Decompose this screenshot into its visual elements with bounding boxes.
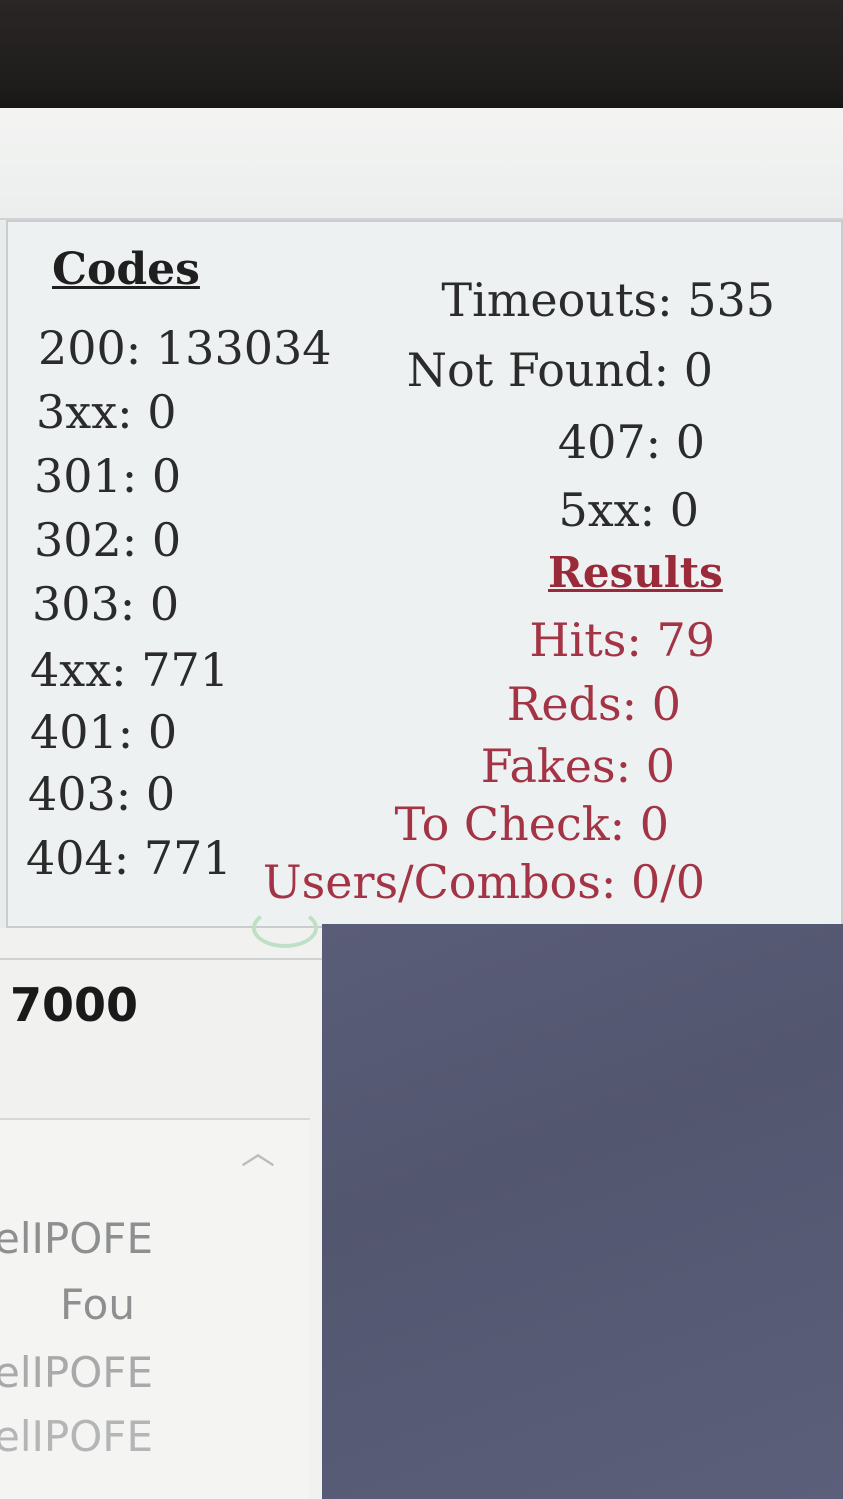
code-407-stat: 407: 0 [557, 415, 705, 469]
divider [0, 958, 322, 960]
code-5xx-stat: 5xx: 0 [558, 483, 699, 537]
refresh-icon[interactable] [252, 908, 318, 948]
code-200-stat: 200: 133034 [38, 321, 332, 375]
reds-stat: Reds: 0 [506, 677, 681, 731]
users-combos-stat: Users/Combos: 0/0 [262, 855, 705, 909]
fakes-stat: Fakes: 0 [480, 739, 675, 793]
code-3xx-stat: 3xx: 0 [36, 385, 177, 439]
toolbar-area [0, 108, 843, 220]
code-303-stat: 303: 0 [32, 577, 180, 631]
code-302-stat: 302: 0 [34, 513, 182, 567]
code-403-stat: 403: 0 [28, 767, 176, 821]
results-heading: Results [548, 548, 723, 597]
list-item[interactable]: elIPOFE [0, 1412, 153, 1461]
hits-stat: Hits: 79 [529, 613, 715, 667]
desktop-background [322, 924, 843, 1499]
code-4xx-stat: 4xx: 771 [30, 643, 230, 697]
monitor-bezel [0, 0, 843, 120]
timeouts-stat: Timeouts: 535 [441, 273, 775, 327]
to-check-stat: To Check: 0 [394, 797, 670, 851]
app-window: Codes 200: 133034 3xx: 0 301: 0 302: 0 3… [0, 108, 843, 1499]
not-found-stat: Not Found: 0 [406, 343, 713, 397]
codes-heading: Codes [52, 244, 200, 295]
code-301-stat: 301: 0 [34, 449, 182, 503]
code-404-stat: 404: 771 [26, 831, 232, 885]
code-401-stat: 401: 0 [30, 705, 178, 759]
list-item[interactable]: Fou [60, 1280, 135, 1329]
list-item[interactable]: elIPOFE [0, 1214, 153, 1263]
scroll-up-icon[interactable]: ︿ [236, 1136, 280, 1170]
threads-value[interactable]: 7000 [10, 978, 138, 1032]
list-item[interactable]: elIPOFE [0, 1348, 153, 1397]
